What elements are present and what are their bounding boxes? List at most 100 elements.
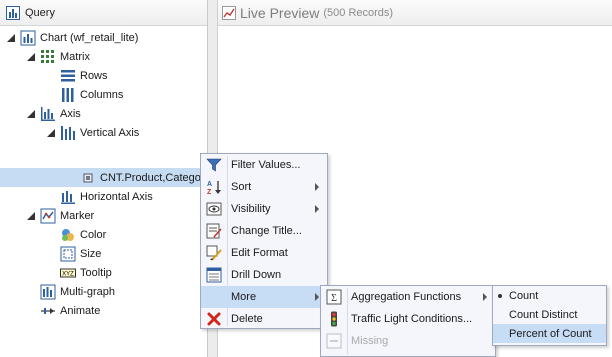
more-submenu: Σ Aggregation Functions Traffic Light Co… bbox=[320, 285, 496, 357]
matrix-icon bbox=[41, 49, 54, 63]
tree-node-label: Marker bbox=[60, 209, 95, 222]
tree-node-size[interactable]: Size bbox=[0, 244, 208, 263]
menu-item-change-title[interactable]: Change Title... bbox=[201, 220, 327, 242]
tree-node-animate[interactable]: Animate bbox=[0, 301, 208, 320]
menu-item-label: Percent of Count bbox=[509, 327, 592, 340]
funnel-icon bbox=[206, 158, 222, 172]
tree-node-label: Tooltip bbox=[80, 266, 112, 279]
menu-item-label: Delete bbox=[231, 313, 263, 325]
tree-node-vertical-axis[interactable]: Vertical Axis bbox=[0, 123, 208, 142]
query-panel: Query Chart (wf_retail_lite) Matrix Rows… bbox=[0, 0, 208, 357]
expanded-toggle-icon[interactable] bbox=[7, 33, 15, 42]
drill-down-icon bbox=[206, 267, 222, 283]
context-menu: Filter Values... A Z Sort Visibility Cha… bbox=[200, 153, 328, 329]
field-icon bbox=[83, 173, 93, 182]
svg-text:XYZ: XYZ bbox=[62, 271, 74, 277]
marker-icon bbox=[40, 208, 56, 223]
tree-node-marker[interactable]: Marker bbox=[0, 206, 208, 225]
tree-node-label: Animate bbox=[60, 304, 101, 317]
menu-item-percent-of-count[interactable]: Percent of Count bbox=[493, 324, 606, 343]
live-preview-record-count: (500 Records) bbox=[323, 6, 394, 19]
menu-item-label: Change Title... bbox=[231, 225, 302, 237]
menu-item-label: Visibility bbox=[231, 203, 271, 215]
tree-node-axis[interactable]: Axis bbox=[0, 104, 208, 123]
menu-item-count-distinct[interactable]: Count Distinct bbox=[493, 305, 606, 324]
tree-node-label: Rows bbox=[80, 69, 108, 82]
tree-node-rows[interactable]: Rows bbox=[0, 66, 208, 85]
change-title-icon bbox=[206, 223, 222, 239]
tree-node-matrix[interactable]: Matrix bbox=[0, 47, 208, 66]
submenu-arrow-icon bbox=[315, 183, 319, 191]
visibility-icon bbox=[206, 202, 222, 216]
selected-bullet-icon bbox=[498, 294, 502, 298]
live-preview-header: Live Preview (500 Records) bbox=[218, 0, 612, 26]
tree-node-label: Matrix bbox=[60, 50, 90, 63]
delete-icon bbox=[207, 312, 221, 326]
tree-node-label: Multi-graph bbox=[60, 285, 116, 298]
edit-format-icon bbox=[206, 245, 222, 261]
tree-node-color[interactable]: Color bbox=[0, 225, 208, 244]
menu-item-drill-down[interactable]: Drill Down bbox=[201, 264, 327, 286]
menu-item-label: Filter Values... bbox=[231, 159, 301, 171]
svg-text:Σ: Σ bbox=[331, 293, 337, 304]
query-panel-header: Query bbox=[0, 0, 207, 26]
tree-node-label: Size bbox=[80, 247, 102, 260]
tree-node-chart[interactable]: Chart (wf_retail_lite) bbox=[0, 28, 208, 47]
menu-item-label: Sort bbox=[231, 181, 252, 193]
menu-item-label: Count Distinct bbox=[509, 308, 578, 321]
expanded-toggle-icon[interactable] bbox=[27, 52, 35, 61]
live-preview-title: Live Preview bbox=[240, 4, 320, 21]
tree-node-label: Color bbox=[80, 228, 107, 241]
tree-node-tooltip[interactable]: XYZ Tooltip bbox=[0, 263, 208, 282]
tree-node-label: Columns bbox=[80, 88, 124, 101]
expanded-toggle-icon[interactable] bbox=[27, 109, 35, 118]
menu-item-label: Drill Down bbox=[231, 269, 282, 281]
menu-item-filter-values[interactable]: Filter Values... bbox=[201, 154, 327, 176]
menu-item-count[interactable]: Count bbox=[493, 286, 606, 305]
animate-icon bbox=[41, 307, 55, 314]
menu-item-delete[interactable]: Delete bbox=[201, 308, 327, 330]
menu-item-sort[interactable]: A Z Sort bbox=[201, 176, 327, 198]
missing-icon bbox=[326, 333, 342, 349]
menu-item-traffic-light-conditions[interactable]: Traffic Light Conditions... bbox=[321, 308, 495, 330]
menu-item-more[interactable]: More bbox=[201, 286, 327, 308]
preview-icon bbox=[222, 5, 236, 20]
columns-icon bbox=[62, 87, 74, 102]
tree-node-label: Axis bbox=[60, 107, 81, 120]
menu-item-label: Traffic Light Conditions... bbox=[351, 313, 473, 325]
tree-node-label: CNT.Product,Categor bbox=[100, 171, 205, 184]
svg-text:A: A bbox=[207, 181, 212, 188]
tree-node-horizontal-axis[interactable]: Horizontal Axis bbox=[0, 187, 208, 206]
tree-node-cnt-product-category[interactable]: CNT.Product,Categor bbox=[0, 168, 208, 187]
menu-item-visibility[interactable]: Visibility bbox=[201, 198, 327, 220]
axis-icon bbox=[41, 106, 55, 121]
query-icon bbox=[6, 5, 20, 20]
menu-item-label: Missing bbox=[351, 335, 389, 347]
color-icon bbox=[62, 228, 74, 241]
tree-node-multi-graph[interactable]: Multi-graph bbox=[0, 282, 208, 301]
sort-az-icon: A Z bbox=[207, 181, 221, 195]
menu-item-label: Count bbox=[509, 289, 539, 302]
traffic-light-icon bbox=[331, 311, 337, 327]
menu-item-missing: Missing bbox=[321, 330, 495, 352]
menu-item-label: More bbox=[231, 291, 257, 303]
horizontal-axis-icon bbox=[61, 190, 75, 204]
submenu-arrow-icon bbox=[315, 205, 319, 213]
tree-node-columns[interactable]: Columns bbox=[0, 85, 208, 104]
tree-node-label: Chart (wf_retail_lite) bbox=[40, 31, 139, 44]
tooltip-icon: XYZ bbox=[60, 268, 76, 277]
multi-graph-icon bbox=[40, 284, 56, 299]
expanded-toggle-icon[interactable] bbox=[27, 211, 35, 220]
rows-icon bbox=[61, 69, 75, 81]
menu-item-label: Edit Format bbox=[231, 247, 288, 259]
query-panel-title: Query bbox=[25, 6, 55, 19]
menu-item-aggregation-functions[interactable]: Σ Aggregation Functions bbox=[321, 286, 495, 308]
aggregation-icon: Σ bbox=[326, 289, 342, 305]
chart-icon bbox=[20, 30, 36, 45]
menu-item-edit-format[interactable]: Edit Format bbox=[201, 242, 327, 264]
submenu-arrow-icon bbox=[483, 293, 487, 301]
expanded-toggle-icon[interactable] bbox=[47, 128, 55, 137]
menu-item-label: Aggregation Functions bbox=[351, 291, 462, 303]
svg-text:Z: Z bbox=[207, 189, 212, 195]
vertical-axis-icon bbox=[61, 125, 75, 140]
